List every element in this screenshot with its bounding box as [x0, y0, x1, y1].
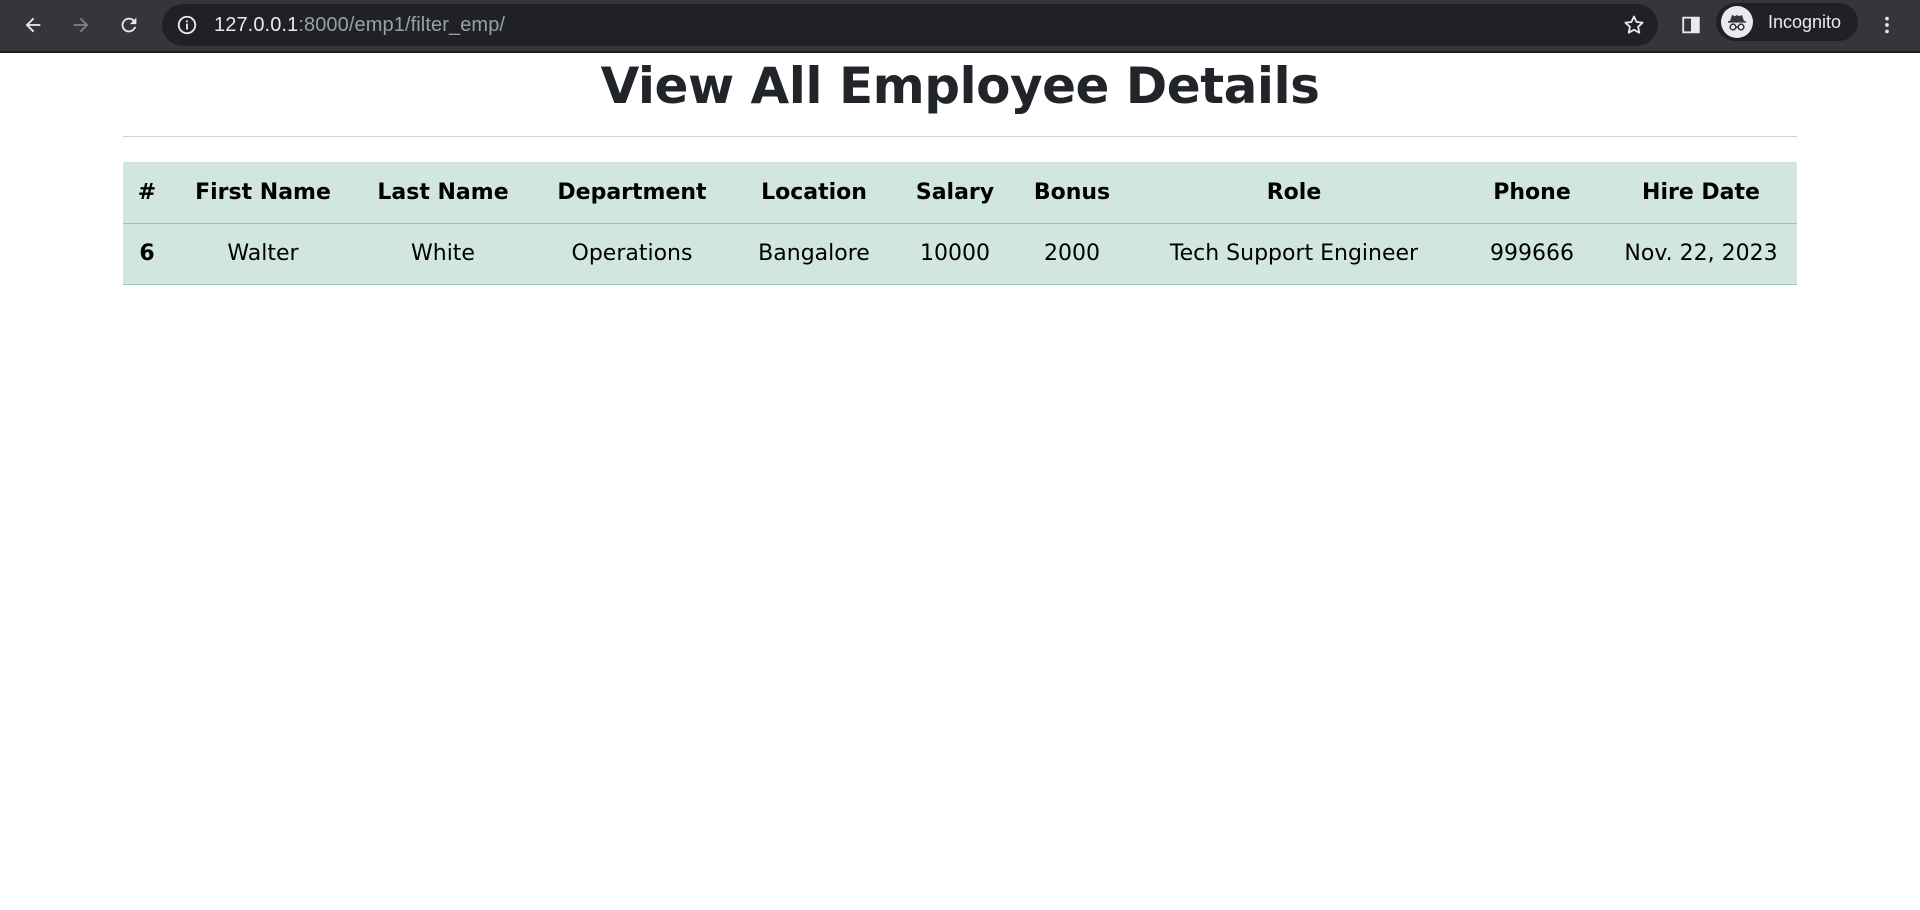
header-cell: #: [123, 162, 171, 224]
profile-label: Incognito: [1768, 12, 1842, 32]
url-path: :8000/emp1/filter_emp/: [298, 14, 506, 36]
table-row: 6 Walter White Operations Bangalore 1000…: [123, 223, 1797, 285]
back-button[interactable]: [14, 6, 52, 44]
cell-location: Bangalore: [733, 223, 895, 285]
header-cell: Location: [733, 162, 895, 224]
table-header-row: # First Name Last Name Department Locati…: [123, 162, 1797, 224]
reload-button[interactable]: [110, 6, 148, 44]
browser-toolbar: 127.0.0.1:8000/emp1/filter_emp/ Incognit…: [0, 0, 1920, 53]
header-cell: Last Name: [355, 162, 531, 224]
cell-phone: 999666: [1459, 223, 1605, 285]
info-icon[interactable]: [176, 14, 198, 36]
cell-bonus: 2000: [1015, 223, 1129, 285]
header-cell: Salary: [895, 162, 1015, 224]
header-cell: Phone: [1459, 162, 1605, 224]
cell-last-name: White: [355, 223, 531, 285]
header-cell: Department: [531, 162, 733, 224]
header-cell: First Name: [171, 162, 355, 224]
cell-hire-date: Nov. 22, 2023: [1605, 223, 1797, 285]
header-cell: Bonus: [1015, 162, 1129, 224]
cell-salary: 10000: [895, 223, 1015, 285]
header-cell: Role: [1129, 162, 1459, 224]
header-cell: Hire Date: [1605, 162, 1797, 224]
address-bar[interactable]: 127.0.0.1:8000/emp1/filter_emp/: [162, 4, 1658, 46]
employee-table: # First Name Last Name Department Locati…: [123, 162, 1797, 285]
more-vert-icon: [1885, 16, 1889, 34]
forward-button[interactable]: [62, 6, 100, 44]
arrow-right-icon: [73, 17, 89, 33]
cell-first-name: Walter: [171, 223, 355, 285]
page-title: View All Employee Details: [600, 57, 1320, 115]
side-panel-icon: [1682, 16, 1700, 34]
bookmark-star-icon[interactable]: [1622, 13, 1646, 37]
arrow-left-icon: [25, 17, 41, 33]
cell-department: Operations: [531, 223, 733, 285]
incognito-icon: [1721, 6, 1753, 38]
reload-icon: [121, 17, 137, 33]
cell-id: 6: [123, 223, 171, 285]
side-panel-button[interactable]: [1672, 6, 1710, 44]
url-text[interactable]: 127.0.0.1:8000/emp1/filter_emp/: [214, 14, 505, 36]
divider: [123, 136, 1797, 137]
menu-button[interactable]: [1868, 6, 1906, 44]
cell-role: Tech Support Engineer: [1129, 223, 1459, 285]
url-host: 127.0.0.1: [214, 14, 299, 36]
profile-chip[interactable]: Incognito: [1716, 3, 1858, 41]
